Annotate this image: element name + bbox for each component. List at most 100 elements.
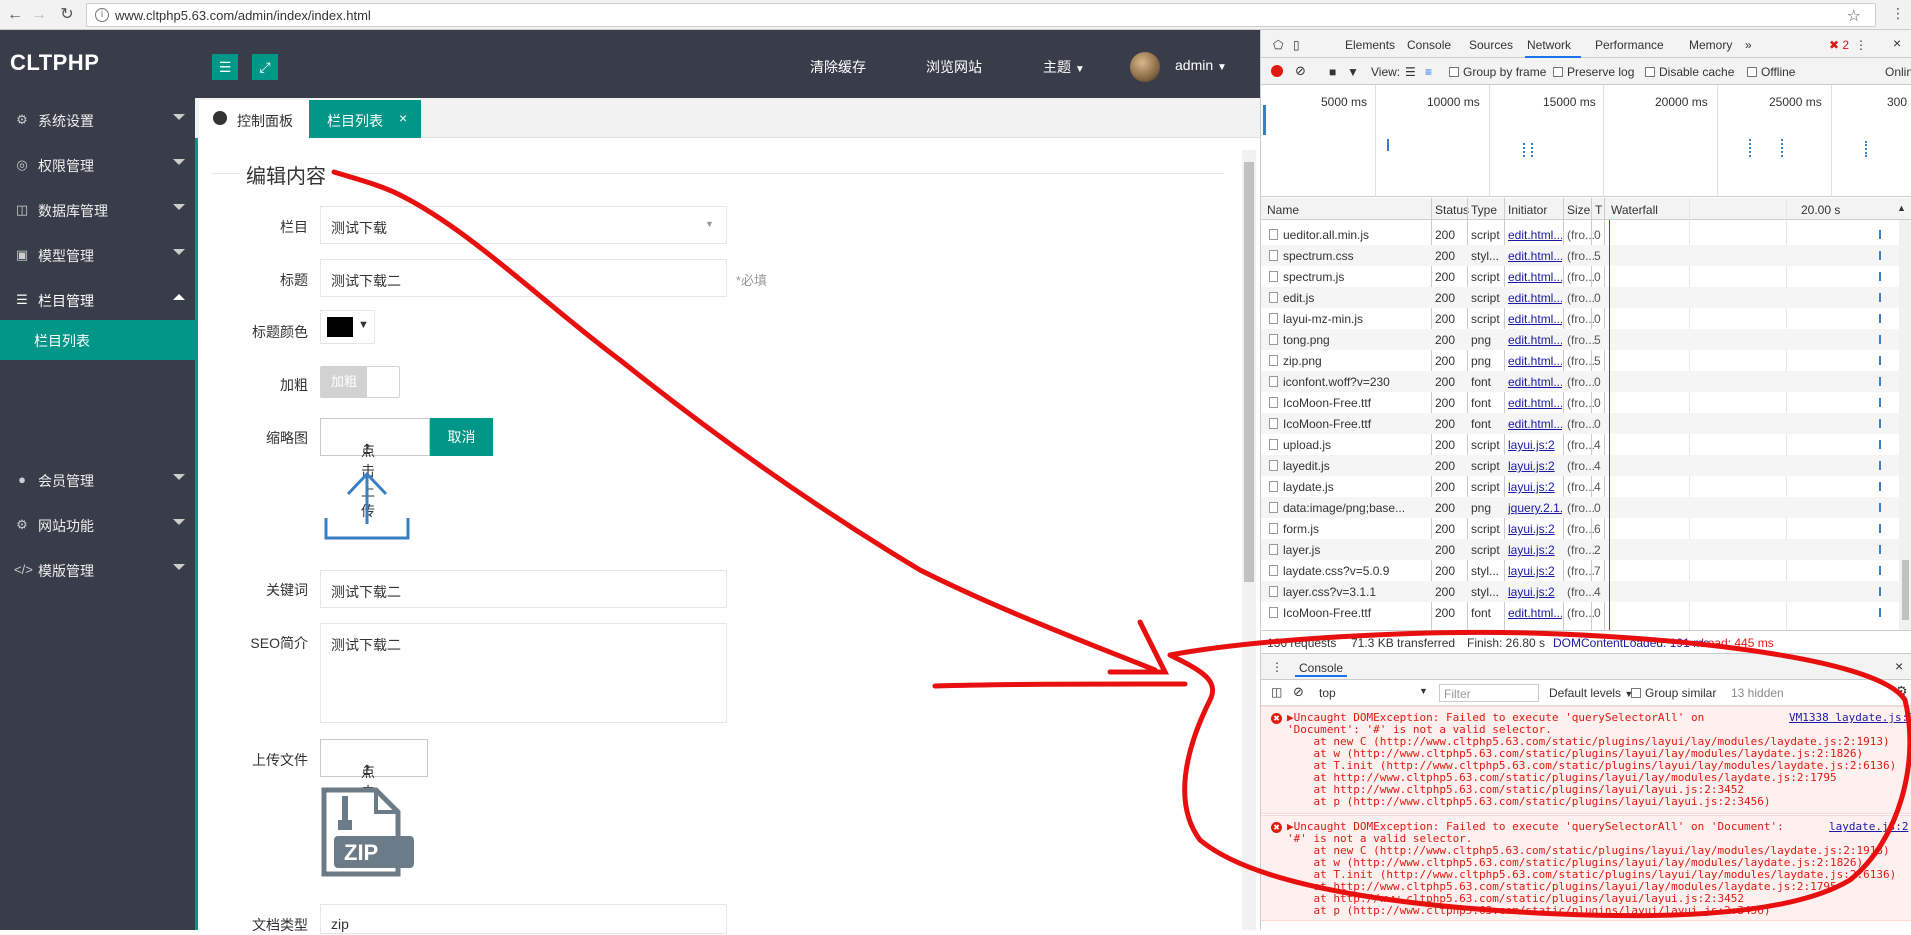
table-row[interactable]: ueditor.all.min.js 200 script edit.html... (…	[1261, 224, 1901, 245]
devtools-menu-icon[interactable]: ⋮	[1855, 38, 1867, 52]
request-initiator[interactable]: layui.js:2	[1508, 438, 1562, 452]
scrollbar-thumb[interactable]	[1902, 560, 1909, 620]
tab-performance[interactable]: Performance	[1595, 38, 1664, 52]
fullscreen-button[interactable]: ⤢	[252, 54, 278, 80]
network-overview[interactable]: 5000 ms 10000 ms 15000 ms 20000 ms 25000…	[1261, 85, 1911, 197]
close-icon[interactable]: ×	[1895, 658, 1903, 674]
column-header-initiator[interactable]: Initiator	[1508, 203, 1547, 217]
request-initiator[interactable]: edit.html...	[1508, 270, 1562, 284]
table-row[interactable]: IcoMoon-Free.ttf 200 font edit.html... (fro.…	[1261, 413, 1901, 434]
error-source-link[interactable]: VM1338 laydate.js:2	[1789, 711, 1911, 724]
table-row[interactable]: layui-mz-min.js 200 script edit.html... (fro…	[1261, 308, 1901, 329]
column-header-size[interactable]: Size	[1567, 203, 1590, 217]
table-row[interactable]: iconfont.woff?v=230 200 font edit.html... (f…	[1261, 371, 1901, 392]
forward-arrow-icon[interactable]: →	[28, 4, 50, 26]
tab-elements[interactable]: Elements	[1345, 38, 1395, 52]
content-scrollbar[interactable]	[1242, 150, 1256, 930]
close-icon[interactable]: ×	[399, 110, 407, 126]
sidebar-item-templates[interactable]: </> 模版管理	[0, 548, 195, 593]
table-row[interactable]: upload.js 200 script layui.js:2 (fro... 4	[1261, 434, 1901, 455]
clear-cache-link[interactable]: 清除缓存	[810, 57, 866, 77]
request-initiator[interactable]: edit.html...	[1508, 354, 1562, 368]
request-initiator[interactable]: edit.html...	[1508, 417, 1562, 431]
table-row[interactable]: form.js 200 script layui.js:2 (fro... 6	[1261, 518, 1901, 539]
request-initiator[interactable]: jquery.2.1...	[1508, 501, 1562, 515]
group-similar-checkbox[interactable]	[1631, 688, 1641, 698]
clear-console-icon[interactable]: ⊘	[1293, 684, 1304, 700]
browse-site-link[interactable]: 浏览网站	[926, 57, 982, 77]
table-row[interactable]: zip.png 200 png edit.html... (fro... 5	[1261, 350, 1901, 371]
sidebar-item-columns[interactable]: ☰ 栏目管理	[0, 278, 195, 323]
back-arrow-icon[interactable]: ←	[4, 4, 26, 26]
user-menu[interactable]: admin ▼	[1175, 57, 1227, 73]
waterfall-view-icon[interactable]: ≡	[1425, 65, 1432, 79]
bold-switch[interactable]: 加粗	[320, 366, 400, 398]
camera-icon[interactable]: ■	[1329, 65, 1336, 79]
console-error-message[interactable]: ✖ ▶Uncaught DOMException: Failed to exec…	[1261, 815, 1911, 921]
record-icon[interactable]	[1271, 65, 1283, 77]
column-header-waterfall[interactable]: Waterfall	[1611, 203, 1658, 217]
sidebar-item-permissions[interactable]: ◎ 权限管理	[0, 143, 195, 188]
scrollbar-thumb[interactable]	[1244, 162, 1254, 582]
table-row[interactable]: edit.js 200 script edit.html... (fro... 0	[1261, 287, 1901, 308]
table-row[interactable]: layer.js 200 script layui.js:2 (fro... 2	[1261, 539, 1901, 560]
console-error-message[interactable]: ✖ ▶Uncaught DOMException: Failed to exec…	[1261, 706, 1911, 814]
file-upload-button[interactable]: ↥点击上传	[320, 739, 428, 840]
disable-cache-checkbox[interactable]	[1645, 67, 1655, 77]
color-picker[interactable]: ▼	[320, 310, 375, 344]
request-initiator[interactable]: layui.js:2	[1508, 564, 1562, 578]
seo-textarea[interactable]: 测试下载二	[320, 623, 727, 723]
filter-icon[interactable]: ▼	[1347, 65, 1359, 79]
table-row[interactable]: IcoMoon-Free.ttf 200 font edit.html... (fro.…	[1261, 602, 1901, 623]
column-header-status[interactable]: Status	[1435, 203, 1469, 217]
request-initiator[interactable]: layui.js:2	[1508, 543, 1562, 557]
request-initiator[interactable]: layui.js:2	[1508, 459, 1562, 473]
close-icon[interactable]: ×	[1893, 35, 1901, 51]
table-row[interactable]: laydate.js 200 script layui.js:2 (fro... 4	[1261, 476, 1901, 497]
column-header-time[interactable]: T	[1595, 203, 1602, 217]
error-source-link[interactable]: laydate.js:2	[1829, 820, 1908, 833]
request-initiator[interactable]: edit.html...	[1508, 312, 1562, 326]
theme-menu[interactable]: 主题 ▼	[1043, 57, 1085, 77]
info-icon[interactable]: i	[95, 8, 109, 22]
request-initiator[interactable]: layui.js:2	[1508, 522, 1562, 536]
table-row[interactable]: laydate.css?v=5.0.9 200 styl... layui.js:2 (…	[1261, 560, 1901, 581]
tab-memory[interactable]: Memory	[1689, 38, 1732, 52]
avatar[interactable]	[1130, 52, 1160, 82]
title-input[interactable]: 测试下载二	[320, 259, 727, 297]
sidebar-item-database[interactable]: ◫ 数据库管理	[0, 188, 195, 233]
more-tabs-icon[interactable]: »	[1745, 38, 1752, 52]
request-initiator[interactable]: layui.js:2	[1508, 585, 1562, 599]
address-bar[interactable]: i www.cltphp5.63.com/admin/index/index.h…	[86, 3, 1876, 27]
request-initiator[interactable]: edit.html...	[1508, 375, 1562, 389]
context-select[interactable]: top ▼	[1319, 686, 1429, 700]
log-levels-select[interactable]: Default levels ▼	[1549, 686, 1633, 700]
tab-sources[interactable]: Sources	[1469, 38, 1513, 52]
column-header-name[interactable]: Name	[1267, 203, 1299, 217]
tab-dashboard[interactable]: 控制面板	[199, 100, 309, 138]
bookmark-star-icon[interactable]: ☆	[1847, 6, 1861, 26]
request-initiator[interactable]: edit.html...	[1508, 396, 1562, 410]
cancel-button[interactable]: 取消	[430, 418, 493, 456]
table-row[interactable]: data:image/png;base... 200 png jquery.2.1..…	[1261, 497, 1901, 518]
menu-toggle-button[interactable]: ☰	[212, 54, 238, 80]
column-header-type[interactable]: Type	[1471, 203, 1497, 217]
sidebar-item-system[interactable]: ⚙ 系统设置	[0, 98, 195, 143]
browser-menu-icon[interactable]: ⋮	[1891, 5, 1905, 22]
drawer-menu-icon[interactable]: ⋮	[1271, 660, 1283, 674]
request-initiator[interactable]: edit.html...	[1508, 333, 1562, 347]
sidebar-toggle-icon[interactable]: ◫	[1271, 685, 1282, 699]
device-toggle-icon[interactable]: ▯	[1293, 38, 1300, 52]
preserve-log-checkbox[interactable]	[1553, 67, 1563, 77]
offline-checkbox[interactable]	[1747, 67, 1757, 77]
table-row[interactable]: layer.css?v=3.1.1 200 styl... layui.js:2 (fr…	[1261, 581, 1901, 602]
request-initiator[interactable]: edit.html...	[1508, 291, 1562, 305]
sort-up-icon[interactable]: ▲	[1897, 203, 1906, 213]
keywords-input[interactable]: 测试下载二	[320, 570, 727, 608]
request-initiator[interactable]: edit.html...	[1508, 228, 1562, 242]
error-count-badge[interactable]: ✖ 2	[1829, 38, 1849, 52]
column-select[interactable]: 测试下载 ▼	[320, 206, 727, 244]
table-row[interactable]: layedit.js 200 script layui.js:2 (fro... 4	[1261, 455, 1901, 476]
sidebar-item-members[interactable]: ● 会员管理	[0, 458, 195, 503]
request-list-scrollbar[interactable]	[1899, 220, 1911, 630]
